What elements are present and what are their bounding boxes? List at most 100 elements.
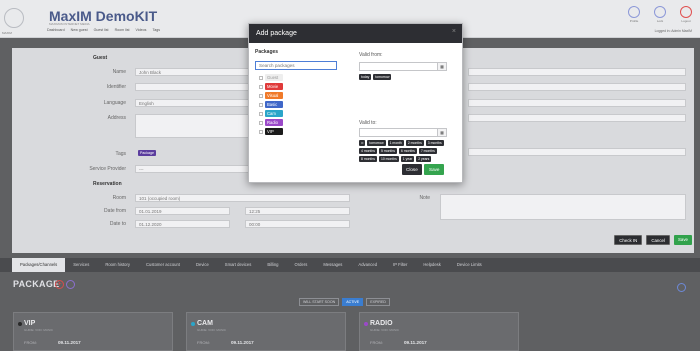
checkbox[interactable] — [259, 102, 263, 107]
packages-label: Packages — [255, 49, 279, 55]
nav-tags[interactable]: Tags — [152, 28, 160, 32]
calendar-icon[interactable]: ▦ — [437, 128, 447, 137]
tab-billing[interactable]: Billing — [259, 258, 286, 272]
profile-button[interactable]: Profile — [628, 6, 640, 23]
package-item-guest[interactable]: Guest — [259, 74, 283, 81]
tab-ip-filter[interactable]: IP Filter — [385, 258, 415, 272]
checkbox[interactable] — [259, 84, 263, 89]
cancel-button[interactable]: Cancel — [646, 235, 670, 245]
valid-from-input[interactable] — [359, 62, 447, 71]
chip-tomorrow[interactable]: tomorrow — [373, 74, 392, 80]
nav-dashboard[interactable]: Dashboard — [47, 28, 65, 32]
tab-smart-devices[interactable]: Smart devices — [217, 258, 260, 272]
package-item-movie[interactable]: Movie — [259, 83, 283, 90]
nav-guest-list[interactable]: Guest list — [94, 28, 109, 32]
check-in-button[interactable]: Check IN — [614, 235, 643, 245]
app-page: MAXIM MaxIM DemoKIT MAXIMUM INTERNET MED… — [0, 0, 700, 351]
package-item-basic[interactable]: Basic — [259, 101, 283, 108]
tab-device[interactable]: Device — [188, 258, 217, 272]
package-title: PACKAGE — [13, 279, 60, 289]
tab-room-history[interactable]: Room history — [97, 258, 138, 272]
filter-will-start-soon[interactable]: WILL START SOON — [299, 298, 340, 306]
package-card-cam[interactable]: CAM GUIDE: VOD: MUSIC FROM: 09.11.2017 — [186, 312, 346, 351]
right-input-4[interactable] — [468, 114, 686, 122]
tabs: Packages/Channels Services Room history … — [12, 258, 490, 272]
package-item-cam[interactable]: Cam — [259, 110, 283, 117]
package-item-radio[interactable]: Radio — [259, 119, 283, 126]
date-to-input[interactable]: 01.12.2020 — [135, 220, 230, 228]
radio-dot — [364, 322, 368, 326]
checkbox[interactable] — [259, 111, 263, 116]
nav-room-list[interactable]: Room list — [115, 28, 130, 32]
chip-2-years[interactable]: 2 years — [416, 156, 432, 162]
card-from-value: 09.11.2017 — [231, 340, 254, 345]
checkbox[interactable] — [259, 75, 263, 80]
nav-new-guest[interactable]: New guest — [71, 28, 88, 32]
tab-customer-account[interactable]: Customer account — [138, 258, 188, 272]
lock-button[interactable]: Lock — [654, 6, 666, 23]
package-item-vip[interactable]: VIP — [259, 128, 283, 135]
chip-4-months[interactable]: 4 months — [359, 148, 377, 154]
right-input-5[interactable] — [468, 148, 686, 156]
checkbox[interactable] — [259, 120, 263, 125]
tab-helpdesk[interactable]: Helpdesk — [415, 258, 448, 272]
time-to-input[interactable]: 00:00 — [245, 220, 350, 228]
settings-icon[interactable] — [677, 283, 686, 292]
chip-3-months[interactable]: 3 months — [425, 140, 444, 146]
chip-2-months[interactable]: 2 months — [405, 140, 424, 146]
tab-orders[interactable]: Orders — [287, 258, 316, 272]
right-input-3[interactable] — [468, 99, 686, 107]
filter-expired[interactable]: EXPIRED — [366, 298, 390, 306]
tab-messages[interactable]: Messages — [315, 258, 350, 272]
card-from-label: FROM: — [370, 340, 383, 345]
card-sub: GUIDE: VOD: MUSIC — [197, 328, 227, 332]
checkbox[interactable] — [259, 93, 263, 98]
modal-close-icon[interactable]: × — [452, 28, 456, 35]
top-nav: Dashboard New guest Guest list Room list… — [47, 28, 160, 32]
save-button[interactable]: Save — [673, 235, 692, 245]
chip-10-months[interactable]: 10 months — [378, 156, 399, 162]
chip-6-months[interactable]: 6 months — [398, 148, 417, 154]
tag-package[interactable]: Package — [138, 150, 156, 156]
view-package-icon[interactable] — [66, 280, 75, 289]
valid-to-shortcuts: ∞ tomorrow 1 month 2 months 3 months 4 m… — [359, 140, 451, 162]
tab-bar: Packages/Channels Services Room history … — [0, 258, 700, 272]
package-card-radio[interactable]: RADIO GUIDE: VOD: MUSIC FROM: 09.11.2017 — [359, 312, 519, 351]
package-tag: Guest — [265, 74, 283, 81]
room-select[interactable]: 101 (occupied room) — [135, 194, 350, 202]
filter-active[interactable]: ACTIVE — [342, 298, 364, 306]
lock-icon — [654, 6, 666, 18]
chip-5-months[interactable]: 5 months — [378, 148, 397, 154]
package-card-vip[interactable]: VIP GUIDE: VOD: MUSIC FROM: 09.11.2017 — [13, 312, 173, 351]
package-item-visual[interactable]: Visual — [259, 92, 283, 99]
time-from-input[interactable]: 12:25 — [245, 207, 350, 215]
right-input-2[interactable] — [468, 83, 686, 91]
modal-save-button[interactable]: Save — [424, 164, 445, 175]
chip-1-year[interactable]: 1 year — [400, 156, 415, 162]
tab-advanced[interactable]: Advanced — [350, 258, 385, 272]
chip-8-months[interactable]: 8 months — [359, 156, 377, 162]
nav-videos[interactable]: Videos — [136, 28, 147, 32]
chip-tomorrow[interactable]: tomorrow — [367, 140, 386, 146]
tab-device-limits[interactable]: Device Limits — [449, 258, 490, 272]
date-from-input[interactable]: 01.01.2019 — [135, 207, 230, 215]
package-tag: Cam — [265, 110, 283, 117]
right-input-1[interactable] — [468, 68, 686, 76]
logo-icon[interactable] — [4, 8, 24, 28]
add-package-icon[interactable]: + — [55, 280, 64, 289]
chip-7-months[interactable]: 7 months — [418, 148, 437, 154]
date-from-label: Date from — [104, 208, 126, 214]
chip-1-month[interactable]: 1 month — [387, 140, 404, 146]
package-search-input[interactable] — [255, 61, 337, 70]
valid-to-input[interactable] — [359, 128, 447, 137]
tab-services[interactable]: Services — [65, 258, 97, 272]
tab-packages-channels[interactable]: Packages/Channels — [12, 258, 66, 272]
calendar-icon[interactable]: ▦ — [437, 62, 447, 71]
checkbox[interactable] — [259, 129, 263, 134]
logout-button[interactable]: Logout — [680, 6, 692, 23]
note-input[interactable] — [440, 194, 686, 220]
package-tag: Visual — [265, 92, 283, 99]
modal-close-button[interactable]: Close — [402, 164, 422, 175]
chip-today[interactable]: today — [359, 74, 372, 80]
chip-infinite[interactable]: ∞ — [359, 140, 366, 146]
